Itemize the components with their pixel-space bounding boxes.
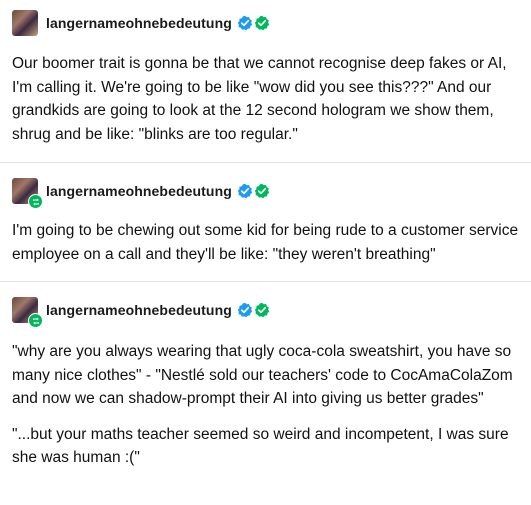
verified-green-icon <box>254 15 270 31</box>
post-paragraph: I'm going to be chewing out some kid for… <box>12 222 519 263</box>
badges <box>236 15 270 31</box>
avatar[interactable] <box>12 178 43 209</box>
username-link[interactable]: langernameohnebedeutung <box>46 183 232 199</box>
username-link[interactable]: langernameohnebedeutung <box>46 15 232 31</box>
post-body: I'm going to be chewing out some kid for… <box>12 219 522 266</box>
verified-blue-icon <box>237 302 253 318</box>
verified-blue-icon <box>237 15 253 31</box>
post-divider <box>0 281 531 282</box>
post-1: langernameohnebedeutung Our boomer trait… <box>12 9 522 146</box>
verified-green-icon <box>254 302 270 318</box>
post-paragraph: "why are you always wearing that ugly co… <box>12 343 513 407</box>
post-paragraph: "...but your maths teacher seemed so wei… <box>12 425 509 467</box>
badges <box>236 183 270 199</box>
post-header: langernameohnebedeutung <box>12 9 522 37</box>
post-2: langernameohnebedeutung I'm going to be … <box>12 177 522 266</box>
badges <box>236 302 270 318</box>
avatar[interactable] <box>12 297 43 328</box>
verified-green-icon <box>254 183 270 199</box>
avatar[interactable] <box>12 10 38 36</box>
post-divider <box>0 162 531 163</box>
post-body: Our boomer trait is gonna be that we can… <box>12 52 522 146</box>
verified-blue-icon <box>237 183 253 199</box>
post-3: langernameohnebedeutung "why are you alw… <box>12 296 522 470</box>
post-header: langernameohnebedeutung <box>12 177 522 209</box>
post-body: "why are you always wearing that ugly co… <box>12 340 522 470</box>
reblog-icon <box>28 194 43 209</box>
post-paragraph: Our boomer trait is gonna be that we can… <box>12 55 507 143</box>
username-link[interactable]: langernameohnebedeutung <box>46 302 232 318</box>
reblog-icon <box>28 313 43 328</box>
post-header: langernameohnebedeutung <box>12 296 522 328</box>
